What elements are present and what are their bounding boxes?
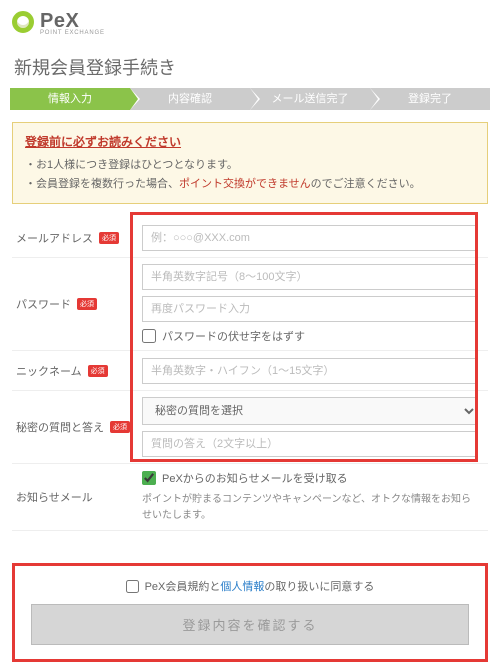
progress-steps: 情報入力 内容確認 メール送信完了 登録完了 bbox=[0, 88, 500, 122]
row-email: メールアドレス 必須 bbox=[12, 218, 488, 258]
label-email: メールアドレス bbox=[16, 230, 93, 246]
row-newsletter: お知らせメール PeXからのお知らせメールを受け取る ポイントが貯まるコンテンツ… bbox=[12, 464, 488, 531]
logo-icon bbox=[12, 11, 34, 33]
required-badge: 必須 bbox=[99, 232, 119, 244]
newsletter-checkbox[interactable] bbox=[142, 471, 156, 485]
privacy-link[interactable]: 個人情報 bbox=[220, 581, 264, 593]
nickname-field[interactable] bbox=[142, 358, 478, 384]
registration-form: メールアドレス 必須 パスワード 必須 パスワードの伏せ字をはずす ニックネーム… bbox=[12, 218, 488, 531]
step-mailsent: メール送信完了 bbox=[250, 88, 370, 110]
secret-question-select[interactable]: 秘密の質問を選択 bbox=[142, 397, 478, 425]
agree-text: PeX会員規約と個人情報の取り扱いに同意する bbox=[145, 578, 375, 594]
newsletter-toggle[interactable]: PeXからのお知らせメールを受け取る bbox=[142, 470, 478, 486]
secret-answer-field[interactable] bbox=[142, 431, 478, 457]
logo-tagline: POINT EXCHANGE bbox=[40, 30, 488, 36]
label-newsletter: お知らせメール bbox=[16, 489, 93, 505]
show-password-checkbox[interactable] bbox=[142, 329, 156, 343]
notice-item: ・会員登録を複数行った場合、ポイント交換ができませんのでご注意ください。 bbox=[25, 175, 475, 194]
notice-box: 登録前に必ずお読みください ・お1人様につき登録はひとつとなります。 ・会員登録… bbox=[12, 122, 488, 204]
label-nickname: ニックネーム bbox=[16, 363, 82, 379]
notice-title: 登録前に必ずお読みください bbox=[25, 133, 475, 150]
label-password: パスワード bbox=[16, 296, 71, 312]
step-input: 情報入力 bbox=[10, 88, 130, 110]
password-confirm-field[interactable] bbox=[142, 296, 478, 322]
required-badge: 必須 bbox=[77, 298, 97, 310]
agree-checkbox[interactable] bbox=[126, 580, 139, 593]
agree-section: PeX会員規約と個人情報の取り扱いに同意する 登録内容を確認する bbox=[12, 563, 488, 662]
newsletter-note: ポイントが貯まるコンテンツやキャンペーンなど、オトクな情報をお知らせいたします。 bbox=[142, 492, 478, 524]
row-secret: 秘密の質問と答え 必須 秘密の質問を選択 bbox=[12, 391, 488, 464]
step-done: 登録完了 bbox=[370, 88, 490, 110]
site-header: PeX POINT EXCHANGE bbox=[0, 0, 500, 42]
required-badge: 必須 bbox=[88, 365, 108, 377]
row-password: パスワード 必須 パスワードの伏せ字をはずす bbox=[12, 258, 488, 351]
email-field[interactable] bbox=[142, 225, 478, 251]
password-field[interactable] bbox=[142, 264, 478, 290]
required-badge: 必須 bbox=[110, 421, 130, 433]
show-password-toggle[interactable]: パスワードの伏せ字をはずす bbox=[142, 328, 478, 344]
row-nickname: ニックネーム 必須 bbox=[12, 351, 488, 391]
page-title: 新規会員登録手続き bbox=[0, 42, 500, 88]
submit-button[interactable]: 登録内容を確認する bbox=[31, 604, 469, 645]
step-confirm: 内容確認 bbox=[130, 88, 250, 110]
label-secret: 秘密の質問と答え bbox=[16, 419, 104, 435]
notice-item: ・お1人様につき登録はひとつとなります。 bbox=[25, 156, 475, 175]
